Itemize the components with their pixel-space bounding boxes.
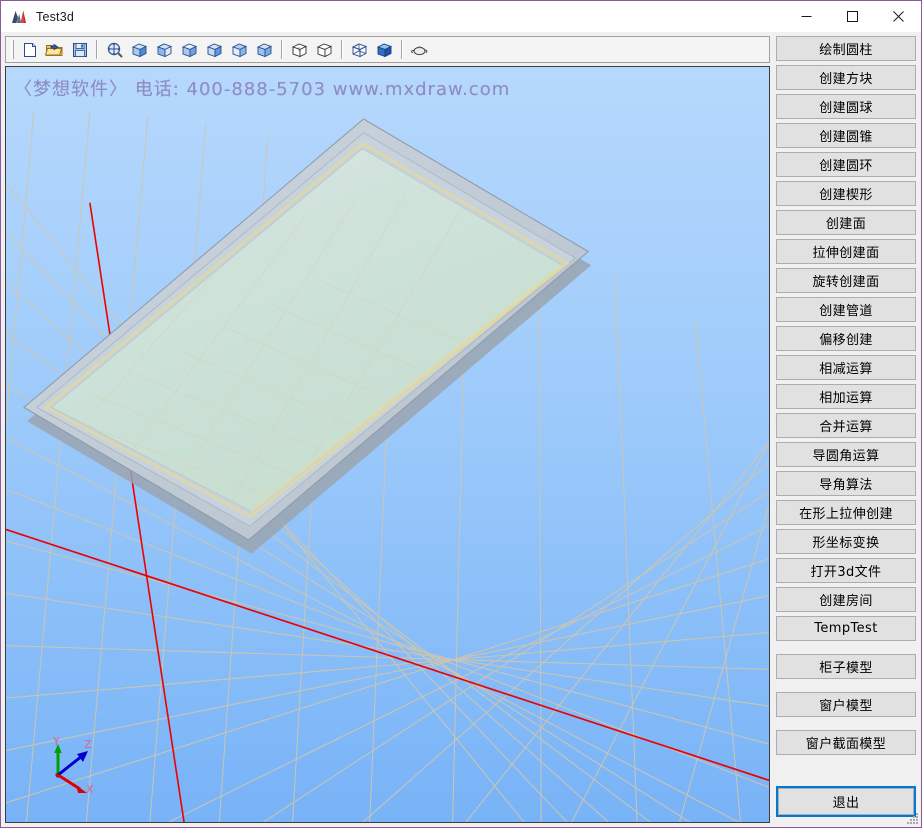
sidebar-btn-9[interactable]: 创建管道 <box>776 297 916 322</box>
3d-scene <box>6 67 769 822</box>
sidebar-btn-2[interactable]: 创建圆球 <box>776 94 916 119</box>
teapot-icon[interactable] <box>408 38 431 61</box>
axis-gizmo: Y Z X <box>40 735 104 804</box>
sidebar-btn-10[interactable]: 偏移创建 <box>776 326 916 351</box>
view-3d-top-icon[interactable] <box>228 38 251 61</box>
maximize-button[interactable] <box>829 1 875 32</box>
main-toolbar <box>5 36 770 63</box>
toolbar-separator <box>96 40 98 59</box>
sidebar-btn-15[interactable]: 导角算法 <box>776 471 916 496</box>
sidebar-btn-4[interactable]: 创建圆环 <box>776 152 916 177</box>
sidebar-btn-14[interactable]: 导圆角运算 <box>776 442 916 467</box>
close-button[interactable] <box>875 1 921 32</box>
app-window: Test3d 〈梦想软件〉 电话: 400-888-5703 www.mxdra… <box>0 0 922 828</box>
resize-grip[interactable] <box>905 811 919 825</box>
exit-button[interactable]: 退出 <box>776 786 916 817</box>
sidebar-btn-1[interactable]: 创建方块 <box>776 65 916 90</box>
sidebar-btn-21[interactable]: 柜子模型 <box>776 654 916 679</box>
toolbar-separator <box>341 40 343 59</box>
window-title: Test3d <box>36 9 75 24</box>
window-controls <box>783 1 921 32</box>
sidebar-btn-20[interactable]: TempTest <box>776 616 916 641</box>
sidebar-btn-13[interactable]: 合并运算 <box>776 413 916 438</box>
sidebar-btn-22[interactable]: 窗户模型 <box>776 692 916 717</box>
sidebar-btn-7[interactable]: 拉伸创建面 <box>776 239 916 264</box>
title-bar: Test3d <box>1 1 921 32</box>
sidebar-btn-23[interactable]: 窗户截面模型 <box>776 730 916 755</box>
wireframe-box-icon[interactable] <box>348 38 371 61</box>
command-sidebar: 绘制圆柱 创建方块 创建圆球 创建圆锥 创建圆环 创建楔形 创建面 拉伸创建面 … <box>773 32 921 827</box>
view-3d-ne-icon[interactable] <box>178 38 201 61</box>
view-3d-front-icon[interactable] <box>253 38 276 61</box>
open-folder-icon[interactable] <box>43 38 66 61</box>
wireframe-hidden-icon[interactable] <box>288 38 311 61</box>
sidebar-btn-8[interactable]: 旋转创建面 <box>776 268 916 293</box>
watermark-text: 〈梦想软件〉 电话: 400-888-5703 www.mxdraw.com <box>14 79 511 100</box>
toolbar-separator <box>401 40 403 59</box>
3d-viewport[interactable]: 〈梦想软件〉 电话: 400-888-5703 www.mxdraw.com Y… <box>5 66 770 823</box>
sidebar-btn-17[interactable]: 形坐标变换 <box>776 529 916 554</box>
minimize-button[interactable] <box>783 1 829 32</box>
mxdraw-logo-icon <box>10 8 28 26</box>
window-body: 〈梦想软件〉 电话: 400-888-5703 www.mxdraw.com Y… <box>1 32 921 827</box>
save-icon[interactable] <box>68 38 91 61</box>
toolbar-grip[interactable] <box>11 40 14 59</box>
axis-z-label: Z <box>84 738 92 751</box>
zoom-pan-icon[interactable] <box>103 38 126 61</box>
sidebar-btn-19[interactable]: 创建房间 <box>776 587 916 612</box>
sidebar-btn-18[interactable]: 打开3d文件 <box>776 558 916 583</box>
shaded-solid-icon[interactable] <box>373 38 396 61</box>
sidebar-btn-3[interactable]: 创建圆锥 <box>776 123 916 148</box>
sidebar-btn-0[interactable]: 绘制圆柱 <box>776 36 916 61</box>
left-pane: 〈梦想软件〉 电话: 400-888-5703 www.mxdraw.com Y… <box>1 32 773 827</box>
sidebar-btn-5[interactable]: 创建楔形 <box>776 181 916 206</box>
sidebar-btn-11[interactable]: 相减运算 <box>776 355 916 380</box>
view-3d-nw-icon[interactable] <box>203 38 226 61</box>
axis-x-label: X <box>86 783 94 796</box>
view-3d-sw-icon[interactable] <box>128 38 151 61</box>
view-3d-se-icon[interactable] <box>153 38 176 61</box>
new-document-icon[interactable] <box>18 38 41 61</box>
sidebar-button-list: 绘制圆柱 创建方块 创建圆球 创建圆锥 创建圆环 创建楔形 创建面 拉伸创建面 … <box>776 36 916 759</box>
axis-y-label: Y <box>52 735 60 748</box>
toolbar-separator <box>281 40 283 59</box>
sidebar-btn-12[interactable]: 相加运算 <box>776 384 916 409</box>
wireframe-icon[interactable] <box>313 38 336 61</box>
sidebar-btn-16[interactable]: 在形上拉伸创建 <box>776 500 916 525</box>
sidebar-btn-6[interactable]: 创建面 <box>776 210 916 235</box>
